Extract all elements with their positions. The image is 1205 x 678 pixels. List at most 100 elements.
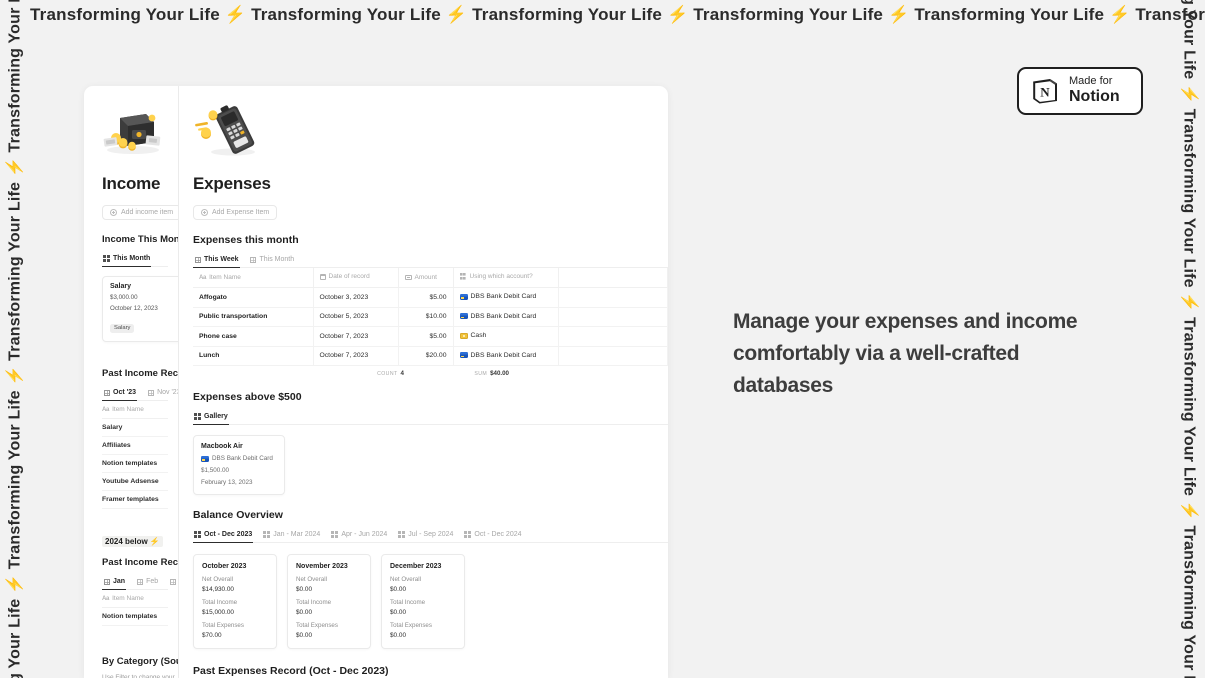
cell-item-name: Public transportation xyxy=(193,307,314,327)
net-overall-label: Net Overall xyxy=(202,576,233,583)
balance-card-title: December 2023 xyxy=(390,563,442,570)
list-item[interactable]: Notion templates xyxy=(102,455,168,473)
column-label: Date of record xyxy=(328,273,370,281)
sum-label: SUM xyxy=(474,371,488,377)
total-income-label: Total Income xyxy=(202,599,238,606)
tab-oct-23[interactable]: Oct '23 xyxy=(102,386,138,401)
add-expense-item-button[interactable]: Add Expense Item xyxy=(193,205,278,220)
notion-logo-icon: N xyxy=(1033,79,1057,104)
list-item[interactable]: Affiliates xyxy=(102,437,168,455)
table-view-icon xyxy=(103,578,110,585)
title-property-icon: Aa xyxy=(102,406,110,413)
tab-label: Jan - Mar 2024 xyxy=(273,531,321,538)
expenses-table-footer: COUNT 4 SUM $40.00 xyxy=(193,366,668,381)
tab-label: Oct - Dec 2023 xyxy=(204,531,253,538)
gallery-view-icon xyxy=(331,531,339,538)
tab-label: Jul - Sep 2024 xyxy=(408,531,454,538)
debit-card-icon xyxy=(201,455,209,462)
tab-oct-dec-2024[interactable]: Oct - Dec 2024 xyxy=(463,528,522,543)
gallery-view-icon xyxy=(263,531,271,538)
cell-account: DBS Bank Debit Card xyxy=(453,307,559,327)
marquee-right-text: Transforming Your Life ⚡ Transforming Yo… xyxy=(1181,0,1199,678)
badge-line1: Made for xyxy=(1069,75,1113,88)
net-overall-value: $0.00 xyxy=(296,586,312,593)
footer-sum[interactable]: SUM $40.00 xyxy=(404,370,509,377)
marquee-banner-left: Transforming Your Life ⚡ Transforming Yo… xyxy=(0,0,30,678)
tab-jan[interactable]: Jan xyxy=(102,575,127,590)
balance-card-november[interactable]: November 2023 Net Overall $0.00 Total In… xyxy=(287,554,371,649)
count-label: COUNT xyxy=(377,371,398,377)
total-income-value: $0.00 xyxy=(296,609,312,616)
plus-icon xyxy=(201,209,208,216)
tab-oct-dec-2023[interactable]: Oct - Dec 2023 xyxy=(193,528,254,543)
tab-jan-mar-2024[interactable]: Jan - Mar 2024 xyxy=(262,528,321,543)
income-card-salary[interactable]: Salary $3,000.00 October 12, 2023 Salary xyxy=(102,276,178,342)
column-header-date[interactable]: Date of record xyxy=(313,268,399,288)
cell-date: October 7, 2023 xyxy=(313,326,399,347)
tab-feb-label: Feb xyxy=(146,578,159,585)
add-income-item-button[interactable]: Add income item xyxy=(102,205,178,220)
notion-page-panel: Income Add income item Income This Mon T… xyxy=(84,86,668,678)
made-for-notion-badge: N Made for Notion xyxy=(1017,67,1143,115)
tab-nov-23[interactable]: Nov '23 xyxy=(146,386,178,401)
badge-line2: Notion xyxy=(1069,87,1120,105)
list-item[interactable]: Framer templates xyxy=(102,491,168,509)
column-header-item-name[interactable]: Aa Item Name xyxy=(193,268,314,288)
column-header-amount[interactable]: Amount xyxy=(398,268,454,288)
past-income-record-tabs: Oct '23 Nov '23 xyxy=(102,386,178,401)
tab-mar[interactable]: M xyxy=(168,575,178,590)
income-illustration xyxy=(102,104,168,162)
tab-feb[interactable]: Feb xyxy=(135,575,159,590)
tab-jul-sep-2024[interactable]: Jul - Sep 2024 xyxy=(397,528,454,543)
tab-gallery[interactable]: Gallery xyxy=(193,410,229,425)
column-header-empty xyxy=(558,268,668,288)
table-row[interactable]: Public transportation October 5, 2023 $1… xyxy=(193,307,668,327)
balance-card-title: October 2023 xyxy=(202,563,247,570)
past-income-record-2024-heading: Past Income Reco xyxy=(102,557,179,568)
balance-card-october[interactable]: October 2023 Net Overall $14,930.00 Tota… xyxy=(193,554,277,649)
column-header-account[interactable]: Using which account? xyxy=(453,268,559,288)
gallery-card-amount: $1,500.00 xyxy=(201,467,230,474)
balance-card-december[interactable]: December 2023 Net Overall $0.00 Total In… xyxy=(381,554,465,649)
total-expenses-value: $70.00 xyxy=(202,632,222,639)
tab-apr-jun-2024[interactable]: Apr - Jun 2024 xyxy=(330,528,388,543)
list-item[interactable]: Salary xyxy=(102,419,168,437)
table-row[interactable]: Affogato October 3, 2023 $5.00 DBS Bank … xyxy=(193,287,668,308)
tab-this-month[interactable]: This Month xyxy=(249,253,296,268)
tab-this-month-label: This Month xyxy=(259,256,295,263)
expenses-column: Expenses Add Expense Item Expenses this … xyxy=(179,86,668,678)
cell-amount: $5.00 xyxy=(398,287,454,308)
add-income-item-label: Add income item xyxy=(121,209,174,216)
expenses-this-month-table: Aa Item Name Date of record Amount Using … xyxy=(193,268,668,366)
cell-amount: $10.00 xyxy=(398,307,454,327)
gallery-view-icon xyxy=(194,531,201,538)
tab-label: Apr - Jun 2024 xyxy=(341,531,388,538)
tab-oct-23-label: Oct '23 xyxy=(113,389,137,396)
gallery-card-date: February 13, 2023 xyxy=(201,479,253,486)
tab-this-month[interactable]: This Month xyxy=(102,252,152,267)
cell-date: October 3, 2023 xyxy=(313,287,399,308)
table-view-icon xyxy=(194,256,201,263)
account-label: DBS Bank Debit Card xyxy=(212,455,273,462)
tab-this-week[interactable]: This Week xyxy=(193,253,240,268)
tab-this-month-label: This Month xyxy=(113,255,151,262)
list-item[interactable]: Notion templates xyxy=(102,608,168,626)
section-2024-label: 2024 below ⚡ xyxy=(102,536,163,547)
total-expenses-label: Total Expenses xyxy=(390,622,432,629)
tab-jan-label: Jan xyxy=(113,578,126,585)
footer-count[interactable]: COUNT 4 xyxy=(319,370,404,377)
column-header-label: Item Name xyxy=(112,406,144,413)
table-row[interactable]: Lunch October 7, 2023 $20.00 DBS Bank De… xyxy=(193,346,668,366)
past-income-record-2024-tabs: Jan Feb M xyxy=(102,575,176,590)
expenses-this-month-tabs: This Week This Month xyxy=(193,253,668,268)
gallery-card-title: Macbook Air xyxy=(201,443,243,450)
gallery-card-macbook-air[interactable]: Macbook Air DBS Bank Debit Card $1,500.0… xyxy=(193,435,285,495)
table-row[interactable]: Phone case October 7, 2023 $5.00 Cash xyxy=(193,326,668,347)
tab-label: Oct - Dec 2024 xyxy=(474,531,522,538)
list-item[interactable]: Youtube Adsense xyxy=(102,473,168,491)
column-header-item-name: Aa Item Name xyxy=(102,401,168,419)
calendar-icon xyxy=(319,273,326,280)
income-card-tag: Salary xyxy=(110,323,135,333)
marquee-top-text: Transforming Your Life ⚡ Transforming Yo… xyxy=(30,5,1205,24)
marquee-banner-right: Transforming Your Life ⚡ Transforming Yo… xyxy=(1175,0,1205,678)
